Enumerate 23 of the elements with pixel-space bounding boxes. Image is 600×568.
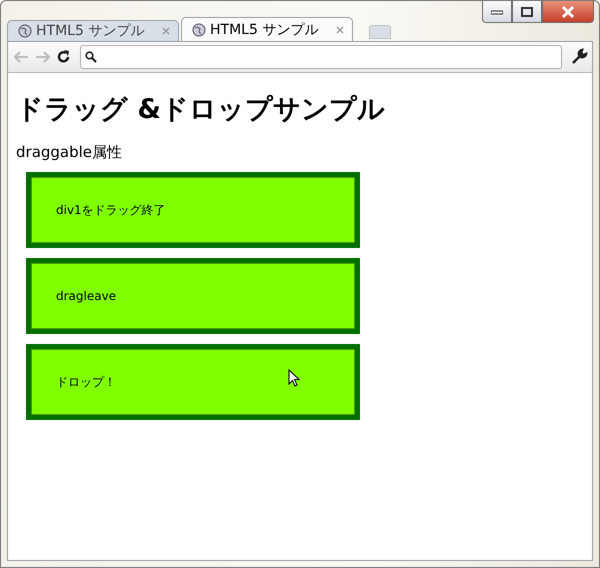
page-heading: ドラッグ &ドロップサンプル	[16, 93, 386, 127]
browser-tab[interactable]: HTML5 サンプル	[181, 17, 353, 41]
close-icon[interactable]	[336, 26, 344, 34]
close-icon[interactable]	[162, 27, 170, 35]
wrench-icon[interactable]	[570, 48, 588, 66]
address-bar[interactable]	[80, 45, 562, 69]
mouse-cursor-icon	[288, 369, 300, 387]
back-icon[interactable]	[12, 50, 30, 64]
drop-box[interactable]: div1をドラッグ終了	[26, 172, 360, 248]
close-icon	[561, 6, 575, 18]
maximize-button[interactable]	[512, 1, 542, 23]
minimize-icon	[491, 8, 503, 14]
section-heading: draggable属性	[16, 143, 124, 162]
minimize-button[interactable]	[482, 1, 512, 23]
close-button[interactable]	[542, 1, 594, 23]
drop-box[interactable]: dragleave	[26, 258, 360, 334]
globe-icon	[18, 24, 32, 38]
globe-icon	[192, 22, 206, 36]
browser-tab[interactable]: HTML5 サンプル	[7, 20, 179, 41]
maximize-icon	[521, 6, 533, 16]
drop-box[interactable]: ドロップ！	[26, 344, 360, 420]
reload-icon[interactable]	[56, 49, 72, 65]
search-icon	[85, 51, 97, 63]
